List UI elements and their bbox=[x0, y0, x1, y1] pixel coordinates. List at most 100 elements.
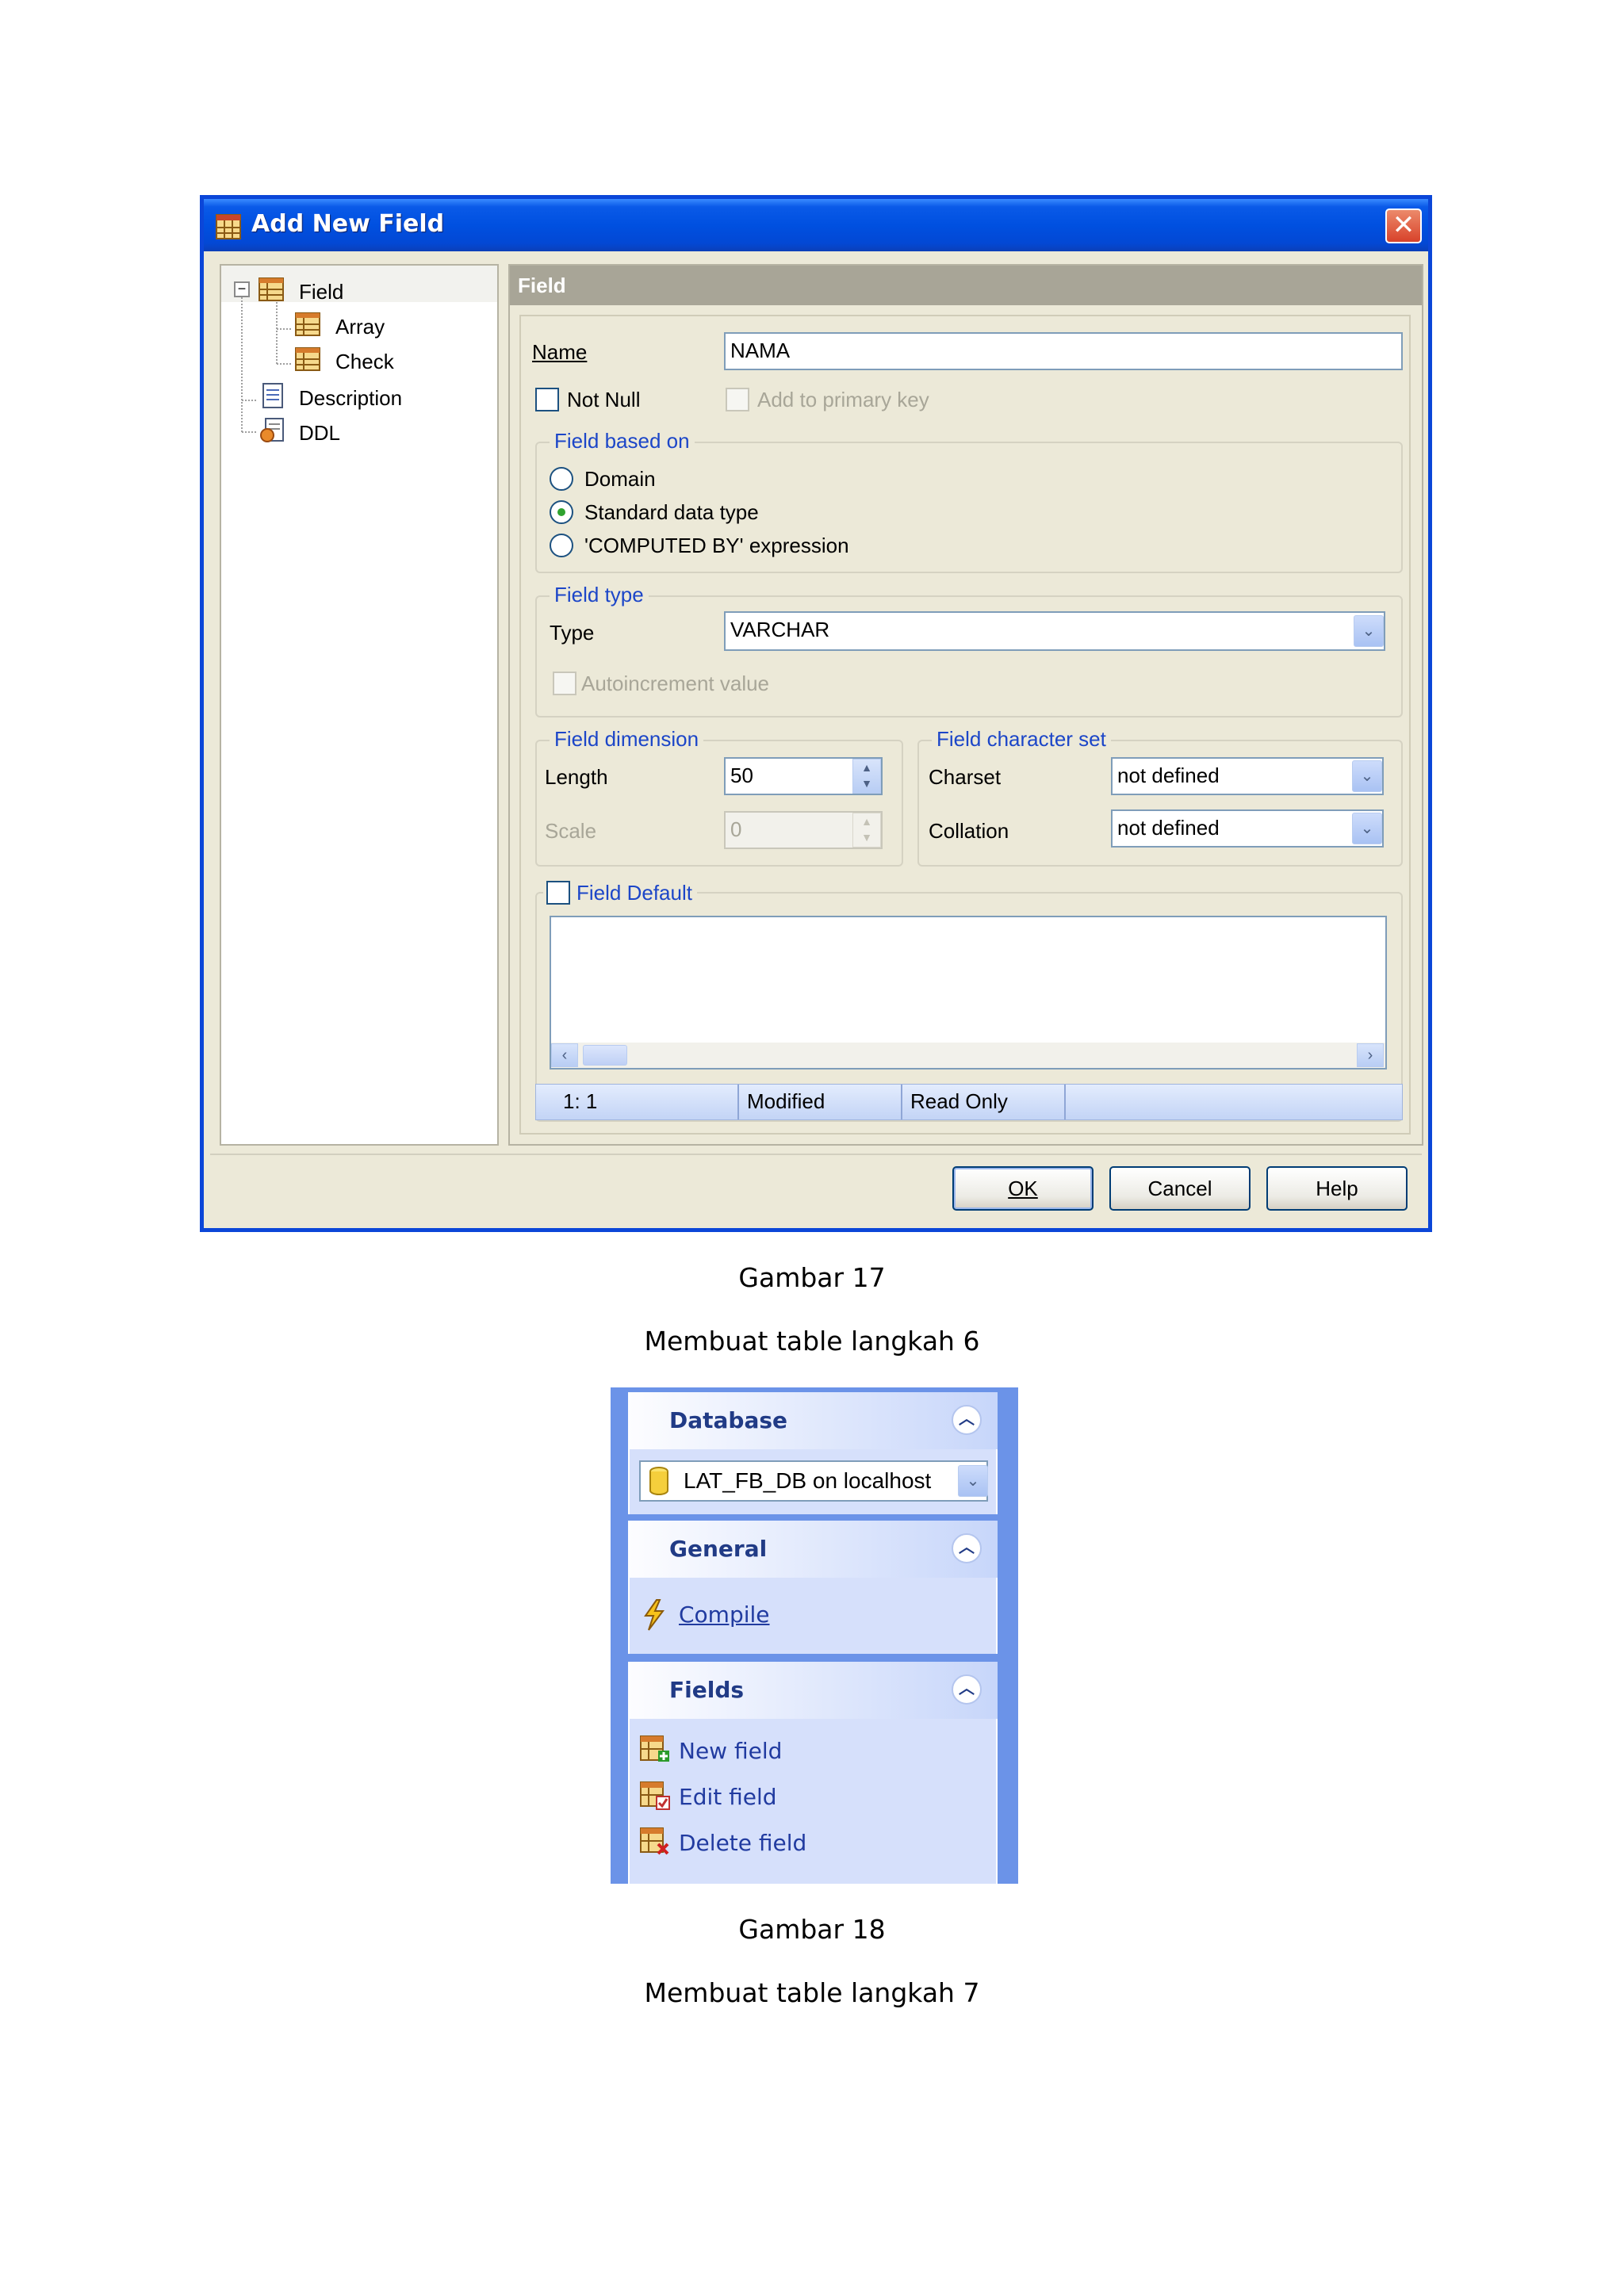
collation-select[interactable]: not defined bbox=[1111, 809, 1384, 848]
spin-down-icon[interactable]: ▼ bbox=[853, 829, 880, 845]
charset-dropdown-button[interactable]: ⌄ bbox=[1352, 760, 1382, 792]
scroll-left-icon[interactable]: ‹ bbox=[551, 1043, 578, 1067]
charset-select[interactable]: not defined bbox=[1111, 757, 1384, 795]
database-header-label: Database bbox=[669, 1407, 788, 1433]
window-title: Add New Field bbox=[251, 210, 445, 238]
caption-text-17: Membuat table langkah 6 bbox=[644, 1326, 980, 1357]
field-character-set-title: Field character set bbox=[932, 727, 1111, 752]
chevron-down-icon: ⌄ bbox=[1360, 767, 1374, 785]
computed-by-label: 'COMPUTED BY' expression bbox=[584, 534, 849, 557]
name-input[interactable]: NAMA bbox=[724, 332, 1403, 370]
field-based-on-title: Field based on bbox=[550, 429, 695, 453]
add-primary-key-checkbox[interactable] bbox=[726, 388, 749, 411]
collation-dropdown-button[interactable]: ⌄ bbox=[1352, 813, 1382, 844]
chevron-down-icon: ⌄ bbox=[1362, 622, 1376, 640]
field-default-editor[interactable]: ‹ › bbox=[550, 916, 1387, 1070]
close-button[interactable]: ✕ bbox=[1385, 209, 1422, 243]
add-new-field-dialog: Add New Field ✕ − Field Array Check Desc… bbox=[200, 195, 1432, 1232]
description-icon bbox=[259, 383, 286, 408]
database-dropdown-button[interactable]: ⌄ bbox=[958, 1465, 988, 1497]
caption-title-17: Gambar 17 bbox=[738, 1262, 886, 1293]
length-spinner[interactable]: ▲ ▼ bbox=[852, 759, 881, 794]
general-section-body: Compile bbox=[628, 1578, 998, 1654]
domain-radio[interactable] bbox=[550, 467, 573, 491]
name-label-text: Name bbox=[532, 340, 588, 364]
edit-field-icon bbox=[639, 1781, 671, 1815]
delete-field-icon bbox=[639, 1827, 671, 1861]
tree-item-array[interactable]: Array bbox=[335, 315, 385, 339]
chevron-down-icon: ⌄ bbox=[1360, 820, 1374, 837]
fields-section-body: New field Edit field Delete field bbox=[628, 1719, 998, 1884]
fields-section-header[interactable]: Fields bbox=[628, 1662, 998, 1719]
table-icon bbox=[215, 210, 242, 240]
field-default-checkbox[interactable] bbox=[546, 881, 570, 905]
collation-select-value: not defined bbox=[1117, 816, 1220, 840]
type-dropdown-button[interactable]: ⌄ bbox=[1354, 615, 1384, 647]
cancel-button-label: Cancel bbox=[1147, 1177, 1212, 1200]
general-header-label: General bbox=[669, 1536, 768, 1562]
database-cylinder-icon bbox=[649, 1465, 669, 1507]
type-select-value: VARCHAR bbox=[730, 618, 830, 641]
not-null-checkbox[interactable] bbox=[535, 388, 559, 411]
computed-by-radio[interactable] bbox=[550, 534, 573, 557]
collation-label: Collation bbox=[929, 819, 1009, 843]
panel-inner: Name NAMA Not Null Add to primary key Fi… bbox=[519, 315, 1411, 1135]
dialog-titlebar[interactable]: Add New Field ✕ bbox=[204, 199, 1428, 251]
close-icon: ✕ bbox=[1392, 209, 1415, 241]
separator bbox=[210, 1154, 1422, 1155]
length-label: Length bbox=[545, 765, 608, 789]
radio-selected-dot bbox=[557, 508, 565, 516]
collapse-database-icon[interactable]: ︿ bbox=[952, 1405, 982, 1435]
spin-down-icon[interactable]: ▼ bbox=[853, 775, 880, 791]
spin-up-icon[interactable]: ▲ bbox=[853, 760, 880, 775]
field-default-label: Field Default bbox=[572, 881, 697, 905]
navigation-tree: − Field Array Check Description DDL bbox=[220, 264, 499, 1146]
database-section-header[interactable]: Database bbox=[628, 1392, 998, 1449]
scale-spinner[interactable]: ▲ ▼ bbox=[852, 813, 881, 848]
scroll-right-icon[interactable]: › bbox=[1357, 1043, 1384, 1067]
add-primary-key-label: Add to primary key bbox=[757, 388, 929, 411]
status-cursor-position: 1: 1 bbox=[536, 1085, 739, 1119]
autoincrement-label: Autoincrement value bbox=[581, 672, 770, 695]
collapse-icon[interactable]: − bbox=[234, 281, 250, 297]
database-select[interactable]: LAT_FB_DB on localhost ⌄ bbox=[639, 1460, 988, 1502]
not-null-label: Not Null bbox=[567, 388, 641, 411]
tree-item-field[interactable]: Field bbox=[299, 280, 343, 304]
domain-label: Domain bbox=[584, 467, 656, 491]
check-table-icon bbox=[294, 346, 321, 372]
spin-up-icon[interactable]: ▲ bbox=[853, 813, 880, 829]
help-button-label: Help bbox=[1316, 1177, 1358, 1200]
help-button[interactable]: Help bbox=[1266, 1166, 1408, 1211]
cancel-button[interactable]: Cancel bbox=[1109, 1166, 1251, 1211]
tree-item-description[interactable]: Description bbox=[299, 386, 402, 411]
array-table-icon bbox=[294, 312, 321, 337]
collapse-fields-icon[interactable]: ︿ bbox=[952, 1674, 982, 1705]
horizontal-scrollbar[interactable]: ‹ › bbox=[551, 1043, 1385, 1068]
ok-button[interactable]: OK bbox=[952, 1166, 1094, 1211]
status-read-only: Read Only bbox=[902, 1085, 1066, 1119]
fields-header-label: Fields bbox=[669, 1677, 745, 1703]
status-bar: 1: 1 Modified Read Only bbox=[535, 1084, 1403, 1120]
collapse-general-icon[interactable]: ︿ bbox=[952, 1533, 982, 1563]
edit-field-link[interactable]: Edit field bbox=[679, 1784, 777, 1810]
ddl-icon bbox=[259, 418, 286, 443]
new-field-icon bbox=[639, 1735, 671, 1769]
ok-button-label: OK bbox=[1008, 1177, 1038, 1200]
delete-field-link[interactable]: Delete field bbox=[679, 1830, 806, 1856]
tree-item-check[interactable]: Check bbox=[335, 350, 394, 374]
type-select[interactable]: VARCHAR bbox=[724, 611, 1385, 651]
caption-title-18: Gambar 18 bbox=[738, 1914, 886, 1945]
database-section-body: LAT_FB_DB on localhost ⌄ bbox=[628, 1449, 998, 1514]
type-label: Type bbox=[550, 621, 595, 645]
field-type-title: Field type bbox=[550, 583, 649, 607]
autoincrement-checkbox[interactable] bbox=[553, 672, 576, 695]
caption-text-18: Membuat table langkah 7 bbox=[644, 1977, 980, 2008]
lightning-icon bbox=[641, 1598, 668, 1636]
tree-item-ddl[interactable]: DDL bbox=[299, 421, 340, 446]
charset-label: Charset bbox=[929, 765, 1002, 789]
scroll-thumb[interactable] bbox=[583, 1045, 627, 1066]
general-section-header[interactable]: General bbox=[628, 1521, 998, 1578]
standard-data-type-radio[interactable] bbox=[550, 500, 573, 524]
compile-link[interactable]: Compile bbox=[679, 1601, 770, 1628]
new-field-link[interactable]: New field bbox=[679, 1738, 782, 1764]
